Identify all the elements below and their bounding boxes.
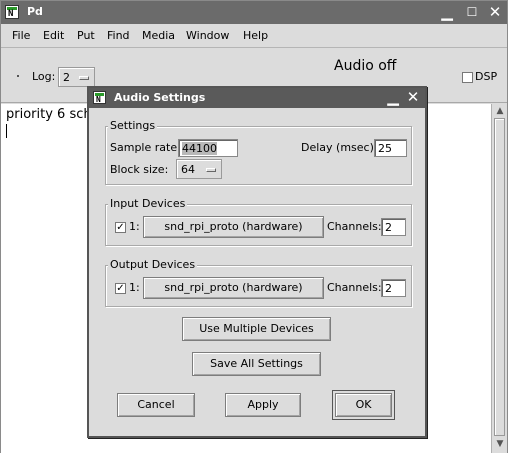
input-devices-group: Input Devices ✓ 1: snd_rpi_proto (hardwa…	[105, 197, 412, 246]
log-level-value: 2	[63, 71, 70, 84]
close-icon[interactable]: ✕	[487, 4, 503, 20]
menu-help[interactable]: Help	[243, 29, 268, 42]
main-titlebar[interactable]: N Pd ▁ ☐ ✕	[1, 1, 507, 24]
dropdown-indicator-icon	[79, 76, 89, 80]
text-cursor	[6, 124, 7, 138]
output-device-index: 1:	[129, 281, 140, 294]
sample-rate-field[interactable]: 44100	[178, 139, 238, 157]
close-icon[interactable]: ✕	[405, 89, 421, 106]
main-window-title: Pd	[27, 5, 43, 18]
scroll-down-icon[interactable]: ▼	[493, 437, 507, 451]
output-channels-label: Channels:	[327, 281, 382, 294]
audio-settings-dialog: N Audio Settings ▁ ✕ Settings Sample rat…	[87, 86, 427, 438]
block-size-select[interactable]: 64	[176, 159, 222, 179]
ok-button[interactable]: OK	[332, 390, 395, 420]
delay-label: Delay (msec):	[301, 141, 378, 154]
settings-group: Settings Sample rate: 44100 Delay (msec)…	[105, 119, 412, 185]
menu-media[interactable]: Media	[142, 29, 175, 42]
input-device-index: 1:	[129, 220, 140, 233]
block-size-value: 64	[181, 163, 195, 176]
log-level-select[interactable]: 2	[58, 67, 95, 87]
delay-field[interactable]: 25	[374, 139, 407, 157]
output-devices-label: Output Devices	[108, 258, 198, 271]
input-device-checkbox[interactable]: ✓	[115, 222, 126, 233]
input-device-button[interactable]: snd_rpi_proto (hardware)	[143, 216, 324, 238]
console-scrollbar[interactable]: ▲ ▼	[491, 104, 507, 453]
block-size-label: Block size:	[110, 163, 169, 176]
menu-file[interactable]: File	[12, 29, 30, 42]
dsp-label: DSP	[475, 70, 498, 83]
console-line: priority 6 sche	[6, 107, 100, 122]
dialog-title: Audio Settings	[114, 91, 206, 104]
cancel-button[interactable]: Cancel	[117, 393, 195, 417]
output-channels-field[interactable]: 2	[381, 279, 406, 297]
menu-edit[interactable]: Edit	[43, 29, 64, 42]
minimize-icon[interactable]: ▁	[439, 4, 455, 20]
save-all-settings-button[interactable]: Save All Settings	[192, 352, 321, 376]
scrollbar-thumb[interactable]	[494, 118, 505, 436]
apply-button[interactable]: Apply	[225, 393, 301, 417]
menubar: File Edit Put Find Media Window Help	[1, 24, 507, 48]
input-channels-field[interactable]: 2	[381, 218, 406, 236]
scroll-up-icon[interactable]: ▲	[493, 104, 507, 118]
menu-window[interactable]: Window	[186, 29, 229, 42]
dsp-checkbox[interactable]	[462, 72, 473, 83]
input-devices-label: Input Devices	[108, 197, 188, 210]
menu-find[interactable]: Find	[107, 29, 130, 42]
audio-status: Audio off	[334, 58, 397, 74]
menu-put[interactable]: Put	[77, 29, 95, 42]
log-label: Log:	[32, 70, 56, 83]
pd-app-icon: N	[93, 91, 106, 104]
use-multiple-devices-button[interactable]: Use Multiple Devices	[182, 317, 331, 341]
maximize-icon[interactable]: ☐	[464, 4, 480, 20]
minimize-icon[interactable]: ▁	[385, 89, 401, 106]
dropdown-indicator-icon	[206, 168, 216, 172]
settings-group-label: Settings	[108, 119, 158, 132]
pd-app-icon: N	[5, 5, 19, 19]
sample-rate-label: Sample rate:	[110, 141, 181, 154]
output-device-button[interactable]: snd_rpi_proto (hardware)	[143, 277, 324, 299]
sample-rate-value: 44100	[182, 142, 217, 155]
output-device-checkbox[interactable]: ✓	[115, 283, 126, 294]
dialog-titlebar[interactable]: N Audio Settings ▁ ✕	[89, 88, 425, 108]
output-devices-group: Output Devices ✓ 1: snd_rpi_proto (hardw…	[105, 258, 412, 307]
input-channels-label: Channels:	[327, 220, 382, 233]
toolbar-dot	[17, 75, 19, 77]
